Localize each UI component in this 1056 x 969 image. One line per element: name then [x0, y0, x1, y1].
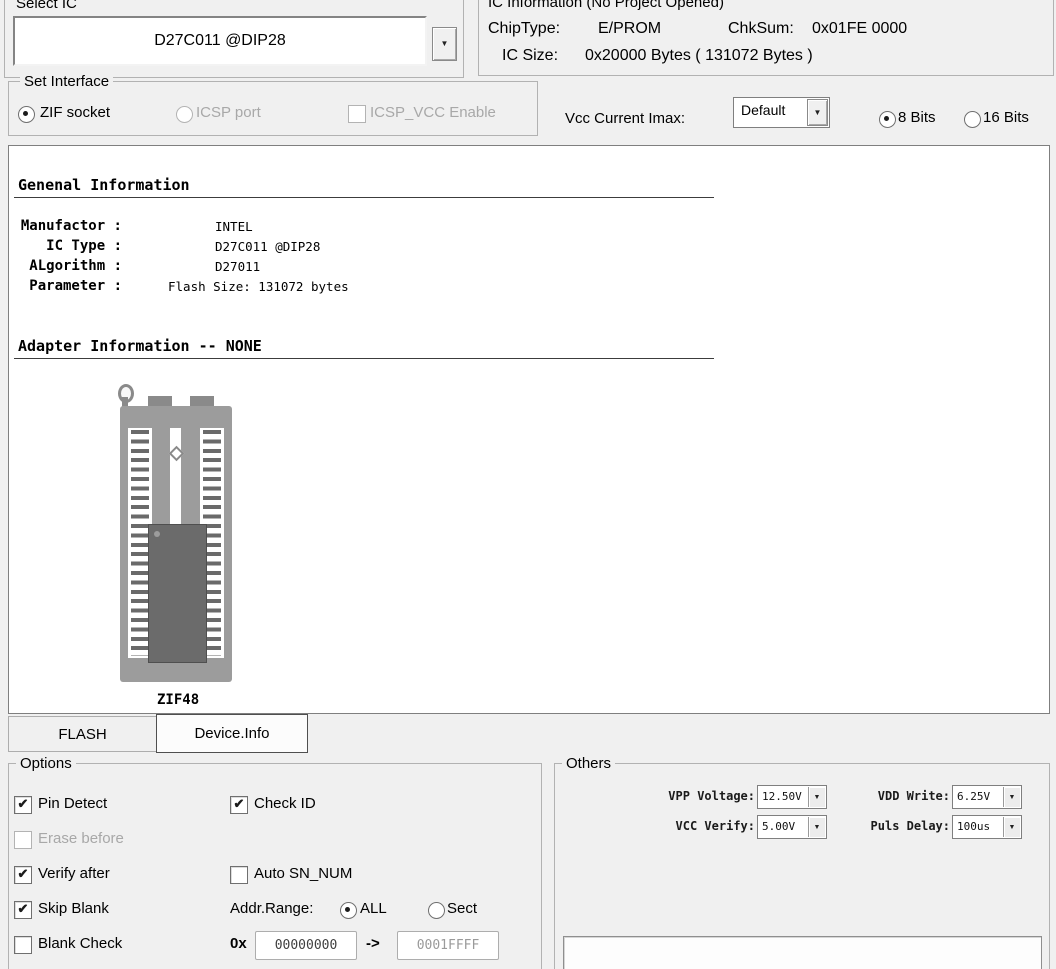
skip-blank-checkbox[interactable]: ✔ — [14, 901, 32, 919]
puls-delay-label: Puls Delay: — [840, 819, 950, 833]
vpp-voltage-label: VPP Voltage: — [645, 789, 755, 803]
vcc-verify-combo[interactable]: 5.00V ▼ — [757, 815, 827, 839]
others-group-label: Others — [562, 755, 615, 772]
check-id-checkbox[interactable]: ✔ — [230, 796, 248, 814]
auto-sn-num-label: Auto SN_NUM — [254, 865, 352, 882]
auto-sn-num-checkbox[interactable]: ✔ — [230, 866, 248, 884]
info-row-value: D27C011 @DIP28 — [215, 239, 320, 254]
addr-range-all-label: ALL — [360, 900, 387, 917]
vcc-verify-value: 5.00V — [762, 820, 795, 833]
info-row-label: Parameter : — [18, 278, 122, 294]
puls-delay-value: 100us — [957, 820, 990, 833]
icsp-vcc-checkbox: ✔ — [348, 105, 366, 123]
zif-socket-radio-label: ZIF socket — [40, 104, 110, 121]
bits16-radio[interactable] — [964, 111, 981, 128]
icsp-port-radio — [176, 106, 193, 123]
range-arrow-label: -> — [366, 935, 380, 952]
ic-select-combo[interactable]: D27C011 @DIP28 — [13, 16, 427, 66]
addr-range-label: Addr.Range: — [230, 900, 313, 917]
tab-device-info[interactable]: Device.Info — [156, 714, 308, 753]
ic-information-group-label: IC Information (No Project Opened) — [484, 0, 728, 11]
vcc-current-dropdown-button[interactable]: ▼ — [807, 99, 828, 126]
bits8-radio-label: 8 Bits — [898, 109, 936, 126]
adapter-info-underline — [14, 358, 714, 359]
pin-detect-label: Pin Detect — [38, 795, 107, 812]
chevron-down-icon: ▼ — [1009, 824, 1016, 831]
addr-range-sect-label: Sect — [447, 900, 477, 917]
vpp-voltage-dropdown-button[interactable]: ▼ — [808, 787, 825, 807]
chevron-down-icon: ▼ — [814, 794, 821, 801]
vcc-verify-label: VCC Verify: — [645, 819, 755, 833]
info-row-value: D27011 — [215, 259, 260, 274]
select-ic-group-label: Select IC — [12, 0, 81, 12]
blank-check-label: Blank Check — [38, 935, 122, 952]
ic-select-dropdown-button[interactable]: ▼ — [432, 27, 457, 61]
chevron-down-icon: ▼ — [814, 109, 822, 117]
vcc-current-combo[interactable]: Default ▼ — [733, 97, 830, 128]
check-id-label: Check ID — [254, 795, 316, 812]
vdd-write-value: 6.25V — [957, 790, 990, 803]
tab-flash[interactable]: FLASH — [8, 716, 157, 752]
addr-range-sect-radio[interactable] — [428, 902, 445, 919]
vpp-voltage-value: 12.50V — [762, 790, 802, 803]
chksum-value: 0x01FE 0000 — [812, 20, 907, 38]
vcc-verify-dropdown-button[interactable]: ▼ — [808, 817, 825, 837]
verify-after-label: Verify after — [38, 865, 110, 882]
info-row-value: INTEL — [215, 219, 253, 234]
blank-check-checkbox[interactable]: ✔ — [14, 936, 32, 954]
addr-range-all-radio[interactable] — [340, 902, 357, 919]
chksum-label: ChkSum: — [728, 20, 794, 38]
zif-socket-graphic — [116, 384, 234, 696]
chevron-down-icon: ▼ — [1009, 794, 1016, 801]
inserted-chip-graphic — [148, 524, 207, 663]
info-row-label: IC Type : — [18, 238, 122, 254]
info-row-label: Manufactor : — [18, 218, 122, 234]
puls-delay-dropdown-button[interactable]: ▼ — [1003, 817, 1020, 837]
icsize-value: 0x20000 Bytes ( 131072 Bytes ) — [585, 47, 813, 65]
chip-pin1-dot — [154, 531, 160, 537]
tab-flash-label: FLASH — [58, 726, 106, 743]
addr-to-input[interactable] — [397, 931, 499, 960]
icsp-port-radio-label: ICSP port — [196, 104, 261, 121]
zif-socket-radio[interactable] — [18, 106, 35, 123]
programmer-app-window: Select IC D27C011 @DIP28 ▼ IC Informatio… — [0, 0, 1056, 969]
options-group-label: Options — [16, 755, 76, 772]
puls-delay-combo[interactable]: 100us ▼ — [952, 815, 1022, 839]
bits16-radio-label: 16 Bits — [983, 109, 1029, 126]
skip-blank-label: Skip Blank — [38, 900, 109, 917]
vdd-write-combo[interactable]: 6.25V ▼ — [952, 785, 1022, 809]
pin-detect-checkbox[interactable]: ✔ — [14, 796, 32, 814]
bits8-radio[interactable] — [879, 111, 896, 128]
vdd-write-label: VDD Write: — [840, 789, 950, 803]
chiptype-label: ChipType: — [488, 20, 560, 38]
verify-after-checkbox[interactable]: ✔ — [14, 866, 32, 884]
icsp-vcc-checkbox-label: ICSP_VCC Enable — [370, 104, 496, 121]
icsize-label: IC Size: — [502, 47, 558, 65]
ic-select-value: D27C011 @DIP28 — [154, 32, 286, 50]
tab-device-info-label: Device.Info — [194, 725, 269, 742]
info-row-value: Flash Size: 131072 bytes — [168, 279, 349, 294]
set-interface-group-label: Set Interface — [20, 73, 113, 90]
others-log-box — [563, 936, 1042, 969]
erase-before-checkbox: ✔ — [14, 831, 32, 849]
chevron-down-icon: ▼ — [441, 40, 449, 48]
adapter-info-title: Adapter Information -- NONE — [18, 337, 262, 355]
vcc-current-value: Default — [741, 102, 785, 118]
socket-caption: ZIF48 — [157, 692, 199, 708]
general-info-title: Genenal Information — [18, 176, 190, 194]
erase-before-label: Erase before — [38, 830, 124, 847]
vdd-write-dropdown-button[interactable]: ▼ — [1003, 787, 1020, 807]
chiptype-value: E/PROM — [598, 20, 661, 38]
vpp-voltage-combo[interactable]: 12.50V ▼ — [757, 785, 827, 809]
vcc-current-label: Vcc Current Imax: — [565, 110, 685, 127]
general-info-underline — [14, 197, 714, 198]
info-row-label: ALgorithm : — [18, 258, 122, 274]
addr-from-input[interactable] — [255, 931, 357, 960]
chevron-down-icon: ▼ — [814, 824, 821, 831]
hex-prefix-label: 0x — [230, 935, 247, 952]
